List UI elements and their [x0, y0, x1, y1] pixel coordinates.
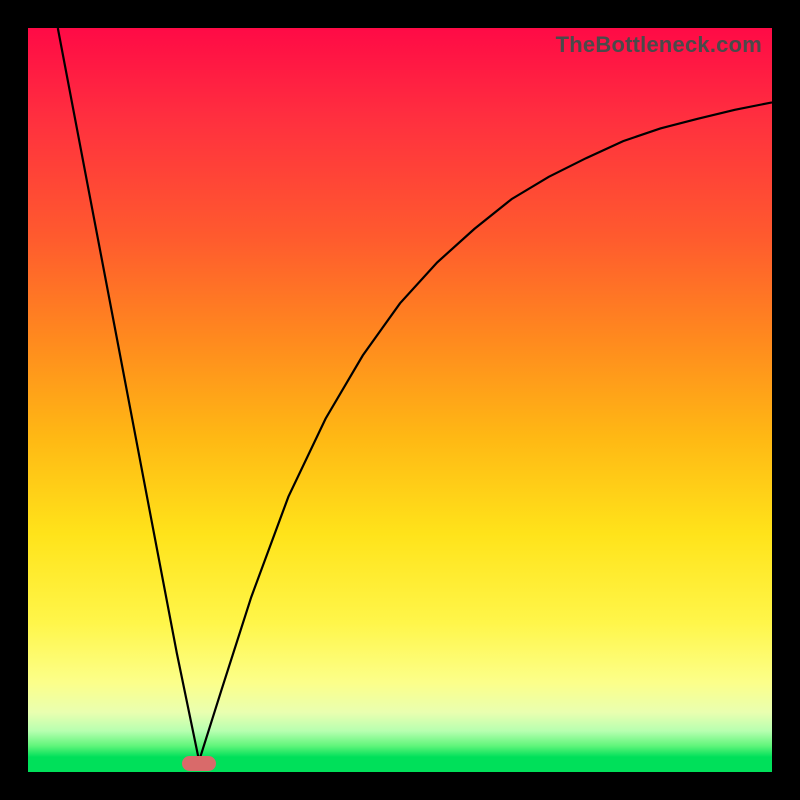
curve-right-branch: [199, 102, 772, 760]
bottleneck-curve: [28, 28, 772, 772]
chart-frame: TheBottleneck.com: [28, 28, 772, 772]
curve-left-branch: [58, 28, 199, 761]
optimal-marker: [182, 756, 216, 771]
